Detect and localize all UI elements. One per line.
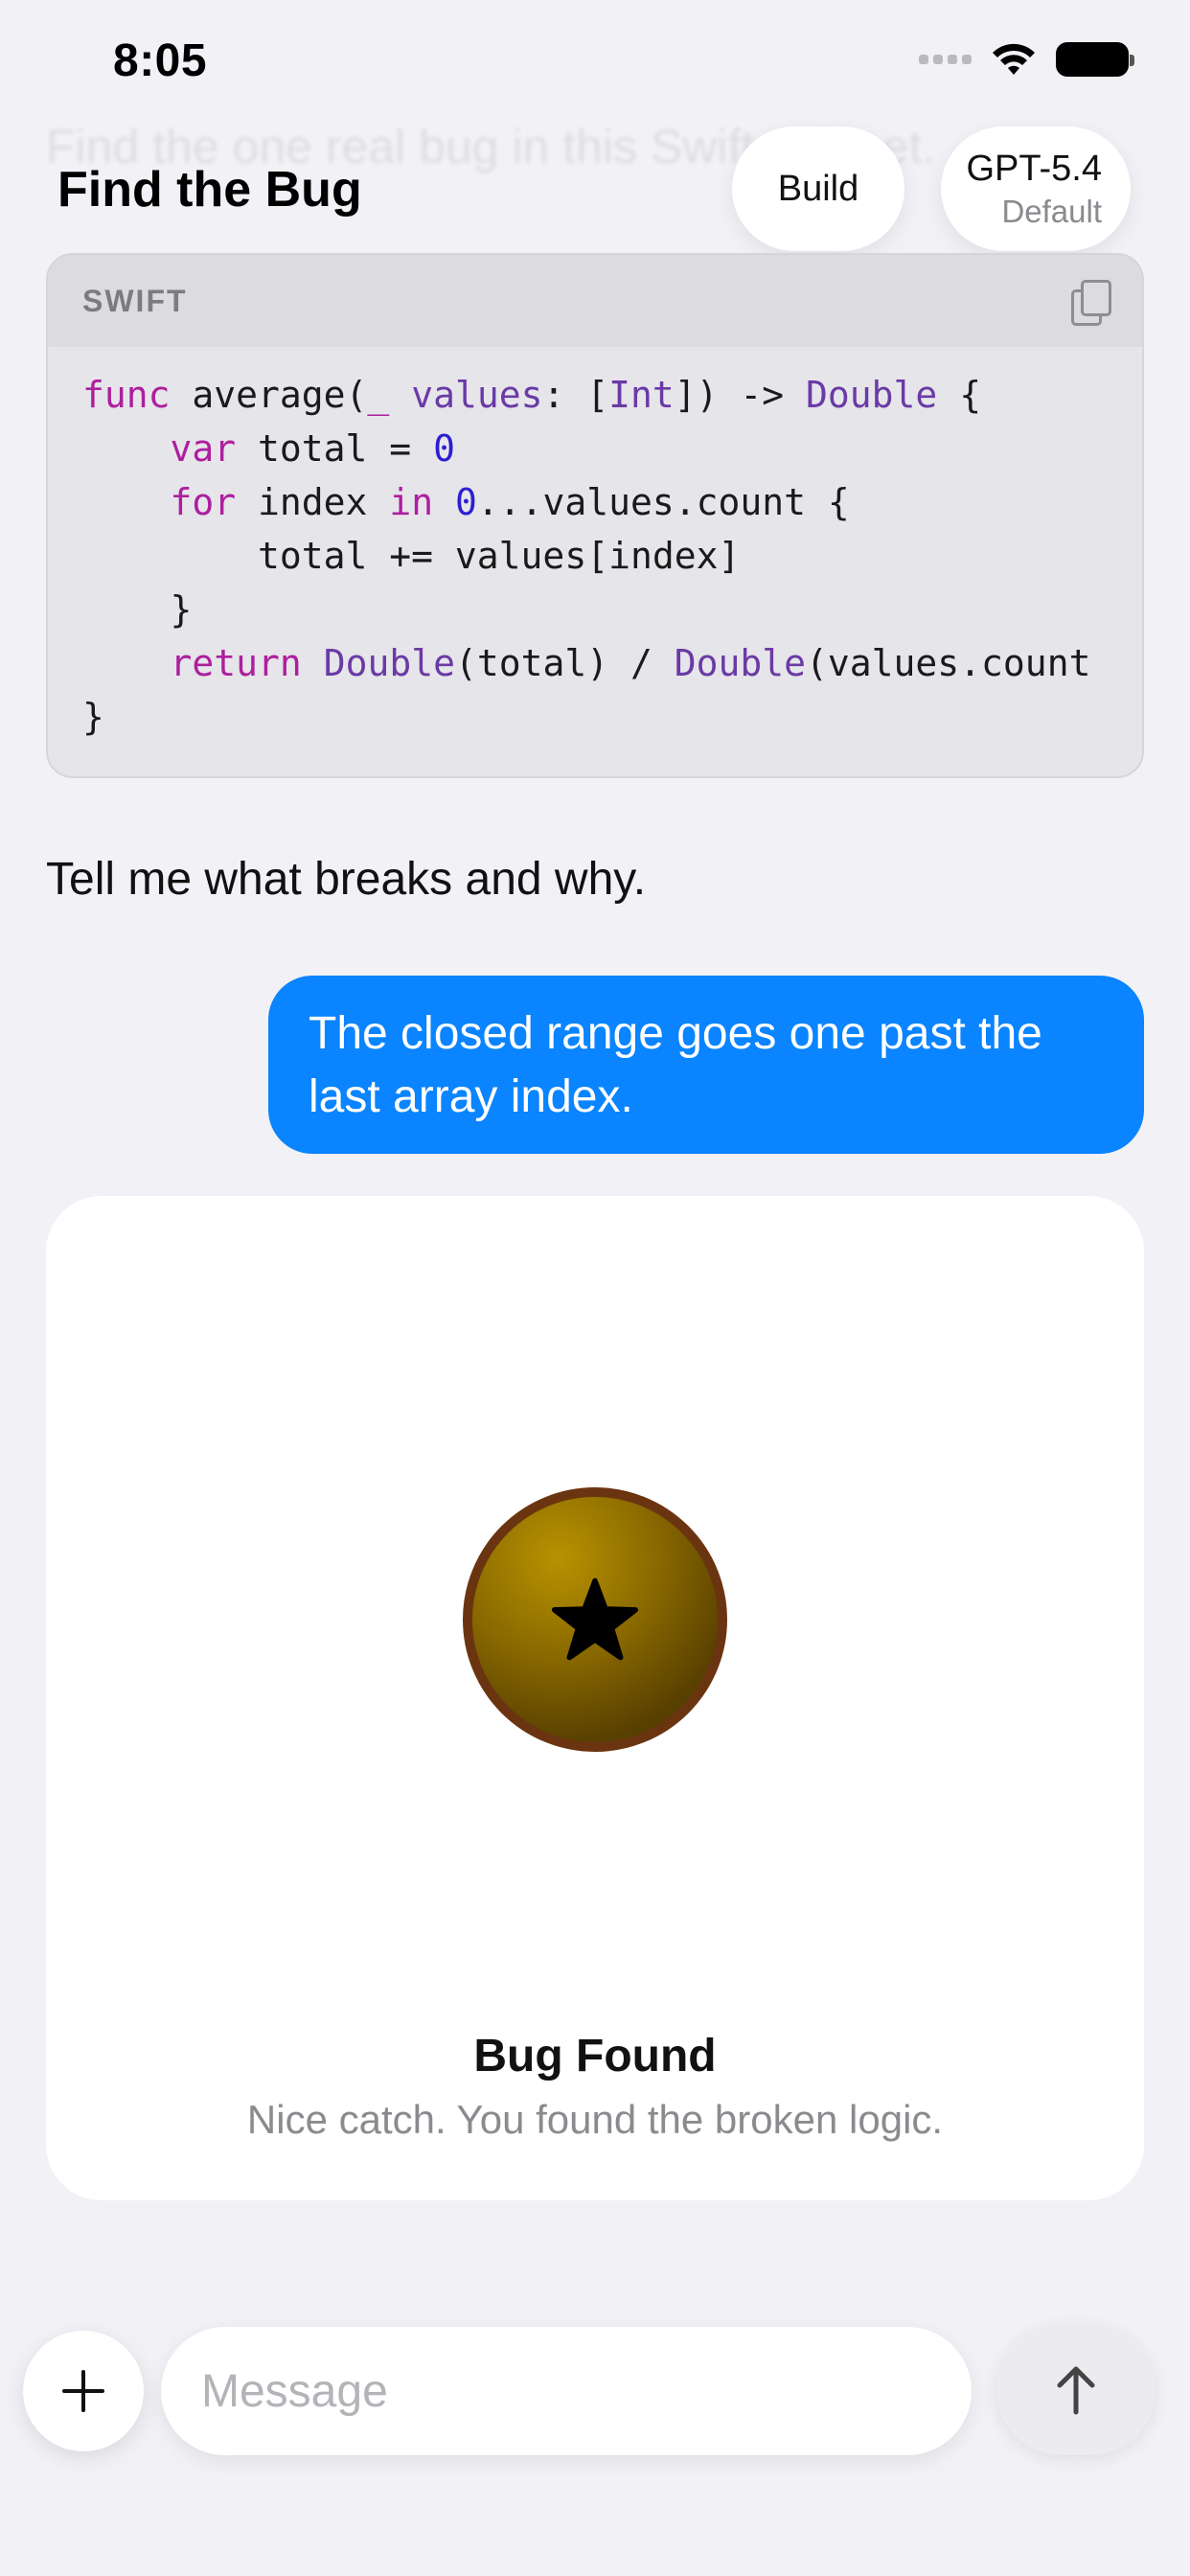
arrow-up-icon (1057, 2366, 1095, 2415)
code-line: total += values[index] (82, 535, 741, 577)
send-button[interactable] (996, 2325, 1156, 2455)
result-title: Bug Found (473, 2031, 717, 2082)
code-block-header: SWIFT (48, 255, 1142, 347)
status-time: 8:05 (113, 35, 208, 86)
code-line: } (82, 588, 193, 631)
battery-icon (1056, 42, 1134, 77)
achievement-badge (463, 1487, 727, 1752)
copy-icon[interactable] (1071, 280, 1111, 326)
message-input[interactable] (161, 2327, 972, 2455)
wifi-icon (993, 43, 1035, 75)
plus-icon (62, 2370, 104, 2412)
assistant-message: Tell me what breaks and why. (46, 854, 647, 905)
model-variant: Default (1001, 193, 1102, 229)
model-name: GPT-5.4 (966, 148, 1103, 189)
code-content: func average(_ values: [Int]) -> Double … (48, 347, 1142, 744)
code-line: } (82, 696, 104, 738)
code-block: SWIFT func average(_ values: [Int]) -> D… (46, 253, 1144, 778)
star-icon (551, 1577, 639, 1661)
status-indicators (919, 42, 1134, 77)
code-language-label: SWIFT (82, 283, 188, 318)
code-line: var total = 0 (170, 427, 455, 470)
chat-screen: 8:05 Find the one real bug in this Swift… (0, 0, 1190, 2576)
build-button-label: Build (777, 168, 859, 209)
result-card: Bug Found Nice catch. You found the brok… (46, 1196, 1144, 2200)
cellular-signal-icon (919, 55, 972, 64)
page-title: Find the Bug (57, 162, 362, 218)
user-message-bubble: The closed range goes one past the last … (268, 976, 1144, 1154)
code-line: for index in 0...values.count { (170, 481, 850, 523)
code-line: return Double(total) / Double(values.cou… (170, 642, 1091, 684)
code-line: func average(_ values: [Int]) -> Double … (82, 374, 982, 416)
add-attachment-button[interactable] (23, 2331, 144, 2451)
model-picker-button[interactable]: GPT-5.4 Default (941, 126, 1131, 251)
result-subtitle: Nice catch. You found the broken logic. (246, 2097, 944, 2142)
build-button[interactable]: Build (732, 126, 904, 251)
